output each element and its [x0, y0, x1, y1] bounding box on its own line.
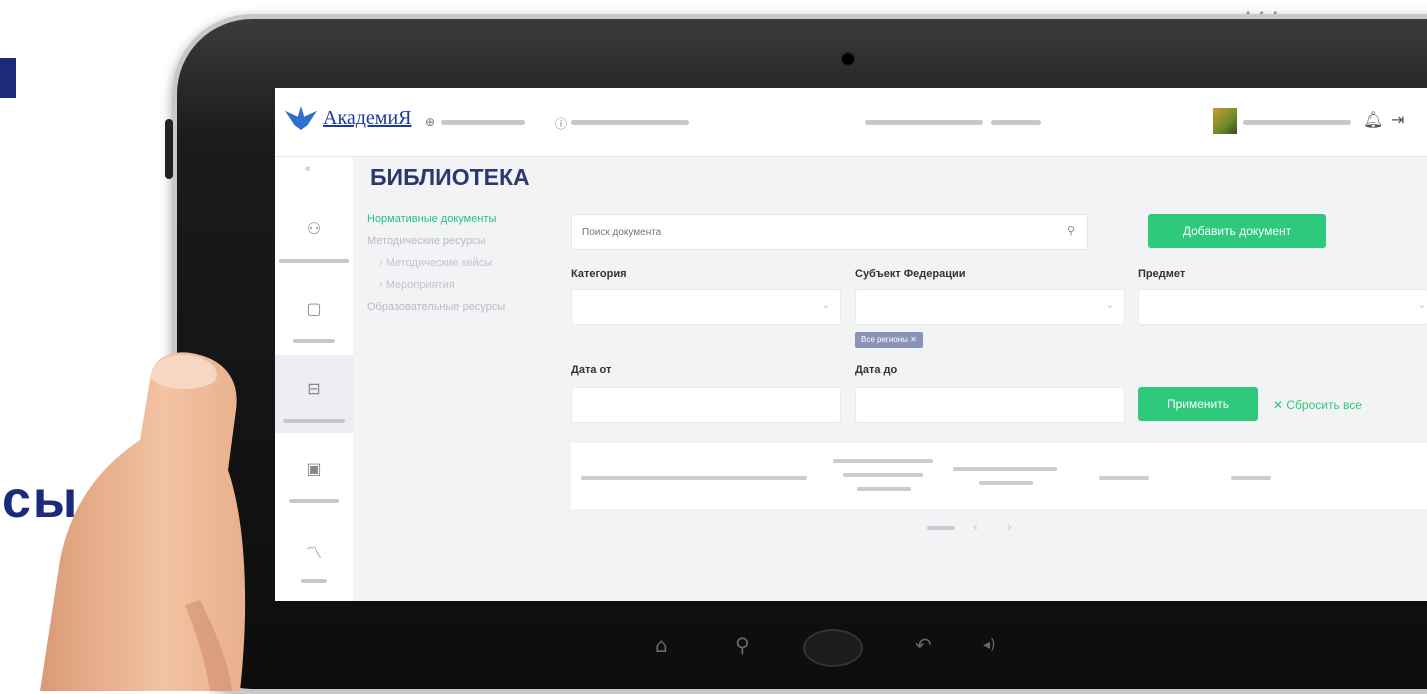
chart-icon: 〽	[305, 543, 322, 562]
user-role	[865, 120, 983, 125]
discipline-label: Предмет	[1138, 268, 1186, 280]
sidebar-item-label	[289, 499, 339, 503]
search-icon[interactable]: ⚲	[735, 633, 750, 657]
column-header-approval-date[interactable]	[833, 459, 933, 463]
search-input[interactable]	[572, 215, 1054, 249]
sidebar-item-users[interactable]: ⚇	[275, 195, 353, 273]
nav-educational-resources[interactable]: Образовательные ресурсы	[367, 296, 547, 318]
user-name[interactable]	[1243, 120, 1351, 125]
avatar[interactable]	[1213, 108, 1237, 134]
collapse-icon[interactable]: «	[305, 163, 311, 174]
column-header-approval-date[interactable]	[843, 473, 923, 477]
tablet-nav-bar: ⌂ ⚲ ↶ ◂)	[177, 629, 1427, 669]
tablet-side-button	[165, 119, 173, 179]
reset-all-link[interactable]: ✕ Сбросить все	[1273, 398, 1362, 412]
volume-icon[interactable]: ◂)	[983, 637, 996, 653]
home-button[interactable]	[803, 629, 863, 667]
sidebar-item-label	[293, 339, 335, 343]
help-circle-icon: ⓘ	[555, 117, 568, 131]
search-box: ⚲	[571, 214, 1088, 250]
calendar-icon: ▣	[306, 459, 322, 478]
logout-icon[interactable]: ⇥	[1391, 110, 1404, 129]
date-to-label: Дата до	[855, 364, 898, 376]
app-screen: АкадемиЯ ⊕ ⓘ 🔔︎ ⇥ « ⚇ ▢ ⊟ ▣ 〽 БИБЛИОТЕКА…	[275, 88, 1427, 601]
sidebar-item-events[interactable]: ▣	[275, 435, 353, 513]
users-icon: ⚇	[306, 219, 322, 238]
chevron-down-icon: ⌄	[821, 300, 830, 311]
column-header-region[interactable]	[1231, 476, 1271, 480]
nav-methodical-resources[interactable]: Методические ресурсы	[367, 230, 547, 252]
slide-heading-bar	[0, 58, 16, 98]
camera-icon	[840, 51, 856, 67]
slide-heading-fragment: сы	[2, 471, 80, 529]
column-header-approval-date[interactable]	[857, 487, 911, 491]
pager-range	[927, 526, 955, 530]
eagle-logo-icon	[285, 106, 317, 130]
date-from-label: Дата от	[571, 364, 612, 376]
logo[interactable]: АкадемиЯ	[285, 106, 412, 130]
documents-table-header	[571, 443, 1427, 509]
top-bar: АкадемиЯ ⊕ ⓘ 🔔︎ ⇥	[275, 88, 1427, 157]
nav-methodical-cases[interactable]: › Методические кейсы	[367, 252, 547, 274]
next-page-icon[interactable]: ›	[1007, 520, 1012, 534]
back-icon[interactable]: ↶	[915, 633, 932, 657]
search-icon[interactable]: ⚲	[1067, 224, 1075, 237]
logo-text: АкадемиЯ	[323, 106, 412, 129]
subject-select[interactable]: ⌄	[855, 289, 1125, 325]
discipline-select[interactable]: ⌄	[1138, 289, 1427, 325]
home-icon[interactable]: ⌂	[655, 633, 668, 657]
library-nav: Нормативные документы Методические ресур…	[367, 208, 547, 318]
prev-page-icon[interactable]: ‹	[973, 520, 978, 534]
book-icon: ⊟	[307, 379, 321, 398]
nav-normative-docs[interactable]: Нормативные документы	[367, 208, 547, 230]
column-header-name[interactable]	[581, 476, 807, 480]
chevron-down-icon: ⌄	[1417, 300, 1426, 311]
tech-support-link[interactable]	[571, 120, 689, 125]
sidebar-item-ipm[interactable]: 〽	[275, 515, 353, 593]
document-icon: ▢	[306, 299, 322, 318]
region-tag[interactable]: Все регионы ✕	[855, 332, 923, 348]
user-city	[991, 120, 1041, 125]
column-header-doc-type[interactable]	[953, 467, 1057, 471]
bell-icon[interactable]: 🔔︎	[1363, 110, 1383, 129]
date-to-input[interactable]	[855, 387, 1125, 423]
sidebar-item-label	[279, 259, 349, 263]
subject-label: Субъект Федерации	[855, 268, 966, 280]
goto-site-link[interactable]	[441, 120, 525, 125]
column-header-discipline[interactable]	[1099, 476, 1149, 480]
column-header-doc-type[interactable]	[979, 481, 1033, 485]
nav-events[interactable]: › Мероприятия	[367, 274, 547, 296]
sidebar-item-tasks[interactable]: ▢	[275, 275, 353, 353]
sidebar: « ⚇ ▢ ⊟ ▣ 〽	[275, 157, 353, 601]
category-select[interactable]: ⌄	[571, 289, 841, 325]
globe-icon: ⊕	[425, 115, 436, 129]
add-document-button[interactable]: Добавить документ	[1148, 214, 1326, 248]
page-title: БИБЛИОТЕКА	[370, 164, 530, 190]
sidebar-item-label	[283, 419, 345, 423]
apply-button[interactable]: Применить	[1138, 387, 1258, 421]
sidebar-item-library[interactable]: ⊟	[275, 355, 353, 433]
date-from-input[interactable]	[571, 387, 841, 423]
category-label: Категория	[571, 268, 627, 280]
sidebar-item-label	[301, 579, 327, 583]
chevron-down-icon: ⌄	[1105, 300, 1114, 311]
